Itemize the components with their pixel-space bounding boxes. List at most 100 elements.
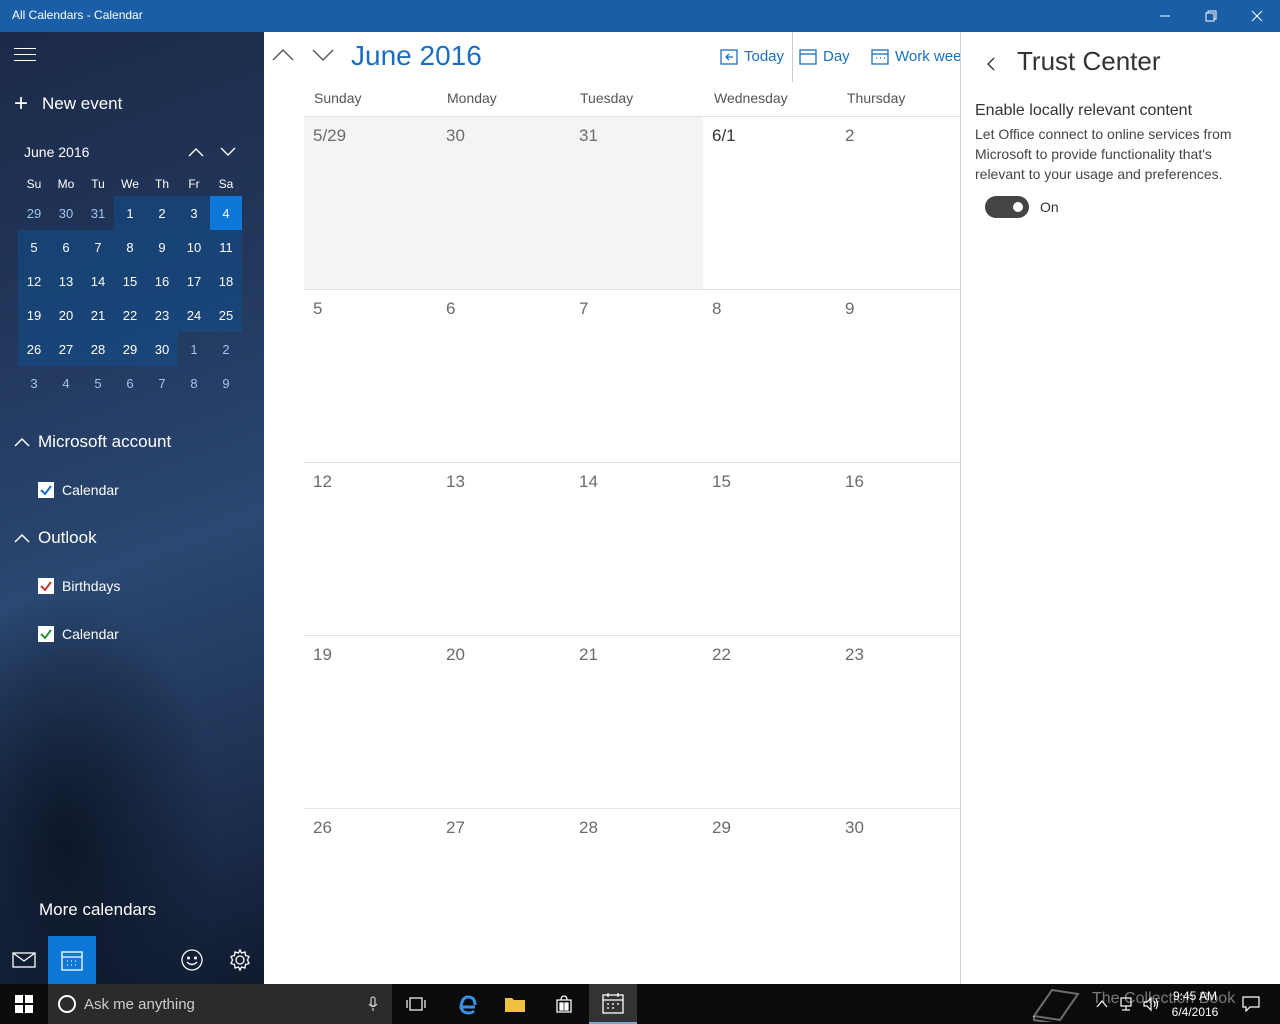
mini-calendar-next-button[interactable] [216,142,240,162]
mini-calendar-day[interactable]: 1 [178,332,210,366]
day-cell[interactable]: 2 [836,117,960,289]
volume-button[interactable] [1142,996,1160,1017]
mini-calendar-day[interactable]: 31 [82,196,114,230]
day-cell[interactable]: 7 [570,290,703,462]
checkbox-icon[interactable] [38,578,54,594]
settings-button[interactable] [216,936,264,984]
mini-calendar-day[interactable]: 19 [18,298,50,332]
restore-button[interactable] [1188,0,1234,32]
day-cell[interactable]: 5/29 [304,117,437,289]
mini-calendar-day[interactable]: 9 [210,366,242,400]
mini-calendar-day[interactable]: 10 [178,230,210,264]
system-clock[interactable]: 9:45 AM 6/4/2016 [1166,988,1224,1020]
mini-calendar-day[interactable]: 24 [178,298,210,332]
mini-calendar-day[interactable]: 5 [82,366,114,400]
mini-calendar-day[interactable]: 2 [146,196,178,230]
day-cell[interactable]: 30 [437,117,570,289]
mini-calendar-prev-button[interactable] [184,142,208,162]
mini-calendar-day[interactable]: 20 [50,298,82,332]
mini-calendar-day[interactable]: 5 [18,230,50,264]
next-month-button[interactable] [310,44,336,66]
cortana-search-box[interactable]: Ask me anything [48,984,392,1024]
day-cell[interactable]: 9 [836,290,960,462]
mini-calendar-day[interactable]: 8 [114,230,146,264]
account-group-outlook[interactable]: Outlook [14,528,97,548]
day-cell[interactable]: 23 [836,636,960,808]
file-explorer-button[interactable] [491,984,539,1024]
mini-calendar-day[interactable]: 11 [210,230,242,264]
day-cell[interactable]: 16 [836,463,960,635]
mini-calendar-day[interactable]: 12 [18,264,50,298]
today-button[interactable]: Today [720,48,784,65]
new-event-button[interactable]: + New event [14,92,122,116]
mini-calendar-day[interactable]: 30 [50,196,82,230]
day-cell[interactable]: 21 [570,636,703,808]
mini-calendar-day[interactable]: 9 [146,230,178,264]
mini-calendar-day[interactable]: 23 [146,298,178,332]
calendar-app-button[interactable] [48,936,96,984]
start-button[interactable] [0,984,48,1024]
mini-calendar-month[interactable]: June 2016 [24,144,89,160]
mini-calendar-day[interactable]: 3 [178,196,210,230]
mini-calendar-day[interactable]: 4 [50,366,82,400]
mini-calendar-day[interactable]: 17 [178,264,210,298]
day-cell[interactable]: 30 [836,809,960,981]
mini-calendar-day[interactable]: 1 [114,196,146,230]
calendar-taskbar-button[interactable] [589,984,637,1024]
hamburger-menu-icon[interactable] [14,48,36,62]
mail-button[interactable] [0,936,48,984]
back-button[interactable] [981,52,1001,76]
day-cell[interactable]: 29 [703,809,836,981]
minimize-button[interactable] [1142,0,1188,32]
checkbox-icon[interactable] [38,626,54,642]
account-group-microsoft[interactable]: Microsoft account [14,432,171,452]
mini-calendar-day[interactable]: 6 [114,366,146,400]
day-cell[interactable]: 28 [570,809,703,981]
edge-browser-button[interactable] [443,984,491,1024]
calendar-toggle-outlook-calendar[interactable]: Calendar [38,626,119,642]
relevant-content-toggle[interactable] [985,196,1029,218]
previous-month-button[interactable] [270,44,296,66]
mini-calendar-day[interactable]: 15 [114,264,146,298]
month-title[interactable]: June 2016 [351,40,482,72]
day-cell[interactable]: 27 [437,809,570,981]
day-cell[interactable]: 26 [304,809,437,981]
checkbox-icon[interactable] [38,482,54,498]
day-cell[interactable]: 14 [570,463,703,635]
calendar-toggle-microsoft-calendar[interactable]: Calendar [38,482,119,498]
show-hidden-icons-button[interactable] [1096,996,1108,1014]
mini-calendar-day[interactable]: 3 [18,366,50,400]
mini-calendar-day[interactable]: 29 [114,332,146,366]
day-cell[interactable]: 22 [703,636,836,808]
action-center-button[interactable] [1242,996,1260,1017]
mini-calendar-day[interactable]: 13 [50,264,82,298]
day-cell[interactable]: 12 [304,463,437,635]
network-button[interactable] [1118,996,1134,1017]
mini-calendar-day[interactable]: 4 [210,196,242,230]
mini-calendar-day[interactable]: 21 [82,298,114,332]
mini-calendar-day[interactable]: 8 [178,366,210,400]
close-button[interactable] [1234,0,1280,32]
work-week-view-button[interactable]: Work week [871,48,960,65]
day-cell[interactable]: 15 [703,463,836,635]
more-calendars-link[interactable]: More calendars [39,900,156,920]
mini-calendar-day[interactable]: 30 [146,332,178,366]
day-cell[interactable]: 19 [304,636,437,808]
mini-calendar-day[interactable]: 27 [50,332,82,366]
mini-calendar-day[interactable]: 18 [210,264,242,298]
day-cell[interactable]: 31 [570,117,703,289]
calendar-toggle-birthdays[interactable]: Birthdays [38,578,120,594]
mini-calendar-day[interactable]: 25 [210,298,242,332]
day-view-button[interactable]: Day [799,48,850,65]
microphone-icon[interactable] [368,996,378,1012]
mini-calendar-day[interactable]: 6 [50,230,82,264]
day-cell[interactable]: 13 [437,463,570,635]
mini-calendar-day[interactable]: 2 [210,332,242,366]
day-cell[interactable]: 5 [304,290,437,462]
day-cell[interactable]: 20 [437,636,570,808]
store-button[interactable] [540,984,588,1024]
mini-calendar-day[interactable]: 7 [82,230,114,264]
mini-calendar-day[interactable]: 22 [114,298,146,332]
mini-calendar-day[interactable]: 28 [82,332,114,366]
mini-calendar-day[interactable]: 14 [82,264,114,298]
